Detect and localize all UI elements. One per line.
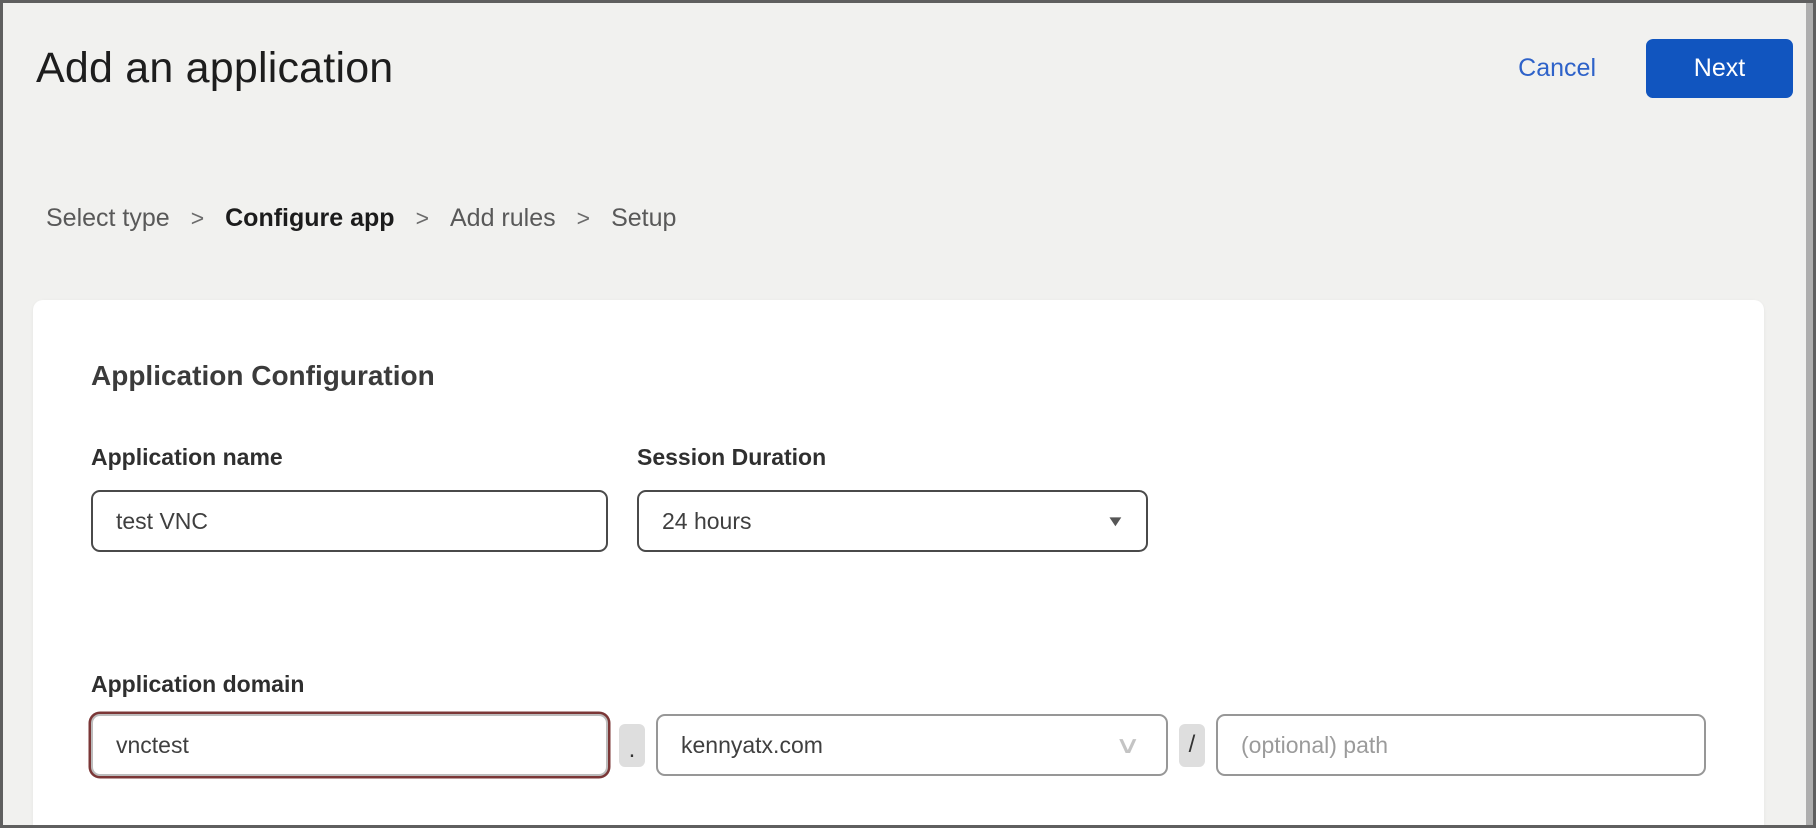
breadcrumb-separator: > [191, 205, 204, 232]
path-input[interactable] [1216, 714, 1706, 776]
breadcrumb-separator: > [416, 205, 429, 232]
add-application-page: Add an application Cancel Next Select ty… [0, 0, 1816, 828]
configuration-card: Application Configuration Application na… [33, 300, 1764, 828]
application-domain-label: Application domain [91, 671, 1706, 698]
application-name-label: Application name [91, 444, 608, 471]
breadcrumb: Select type > Configure app > Add rules … [46, 204, 1813, 233]
page-title: Add an application [36, 44, 1518, 93]
breadcrumb-separator: > [577, 205, 590, 232]
next-button[interactable]: Next [1646, 39, 1793, 98]
caret-down-icon: ▼ [1106, 513, 1126, 530]
session-duration-value: 24 hours [662, 508, 752, 535]
scrollbar[interactable] [1806, 3, 1813, 825]
breadcrumb-step-configure-app[interactable]: Configure app [225, 204, 394, 233]
application-name-field: Application name [91, 444, 608, 552]
session-duration-select[interactable]: 24 hours ▼ [637, 490, 1148, 552]
application-name-input[interactable] [91, 490, 608, 552]
slash-separator: / [1179, 724, 1205, 767]
chevron-down-icon: ∨ [1115, 731, 1141, 760]
domain-select[interactable]: kennyatx.com ∨ [656, 714, 1168, 776]
slash-separator-glyph: / [1189, 731, 1196, 759]
breadcrumb-step-add-rules[interactable]: Add rules [450, 204, 556, 233]
dot-separator-glyph: . [629, 736, 636, 764]
dot-separator: . [619, 724, 645, 767]
breadcrumb-step-setup[interactable]: Setup [611, 204, 676, 233]
subdomain-input[interactable] [91, 714, 608, 776]
cancel-button[interactable]: Cancel [1518, 54, 1596, 83]
breadcrumb-step-select-type[interactable]: Select type [46, 204, 170, 233]
application-domain-row: . kennyatx.com ∨ / [91, 714, 1706, 776]
name-session-row: Application name Session Duration 24 hou… [91, 444, 1706, 552]
page-header: Add an application Cancel Next [3, 3, 1813, 98]
application-domain-field: Application domain . kennyatx.com ∨ / [91, 671, 1706, 776]
domain-select-value: kennyatx.com [681, 732, 823, 759]
section-title: Application Configuration [91, 300, 1706, 392]
session-duration-field: Session Duration 24 hours ▼ [637, 444, 1148, 552]
session-duration-label: Session Duration [637, 444, 1148, 471]
